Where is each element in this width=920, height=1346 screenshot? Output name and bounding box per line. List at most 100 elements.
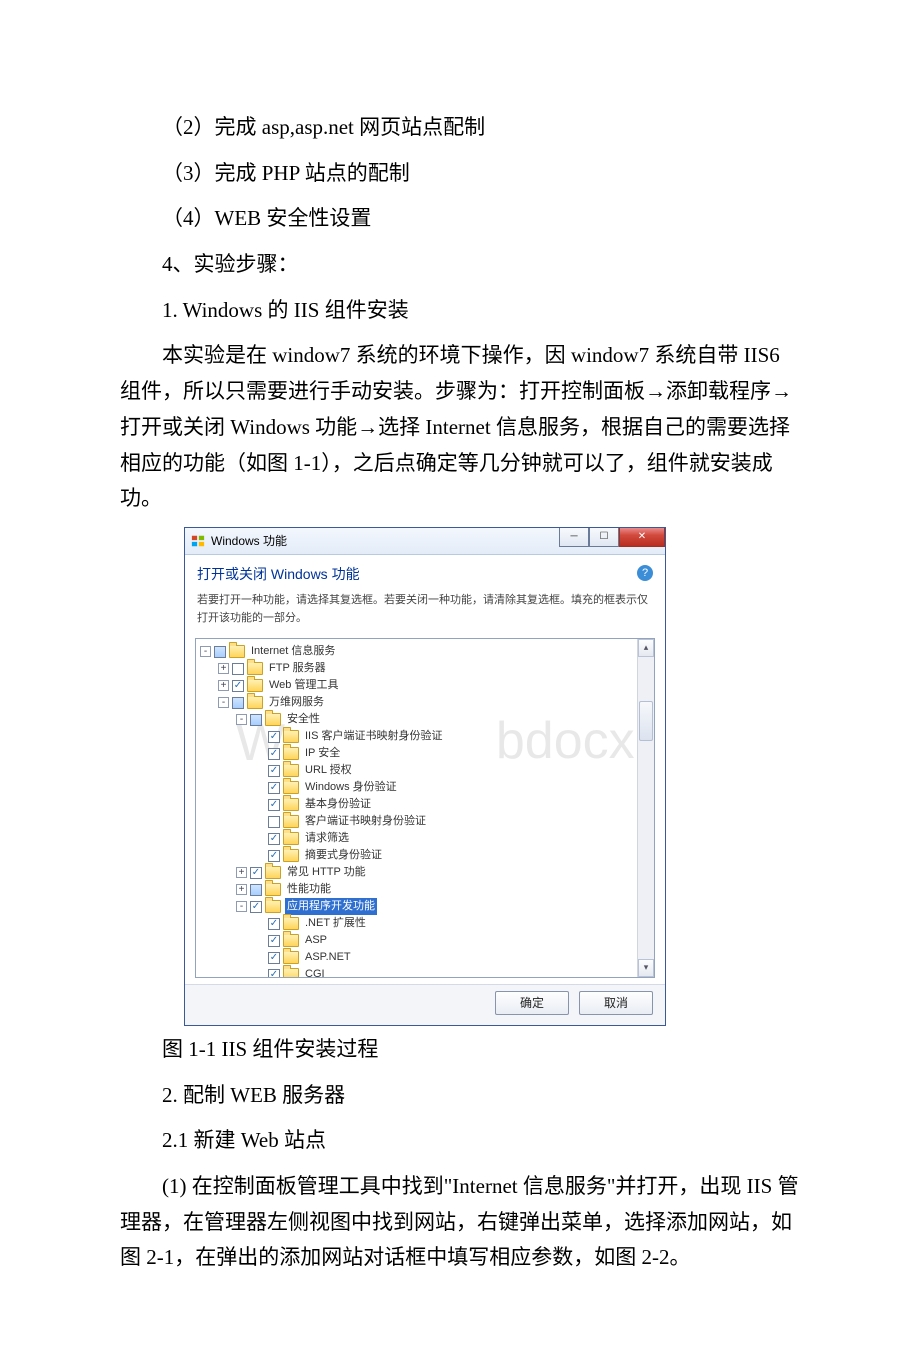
checkbox[interactable] bbox=[250, 867, 262, 879]
folder-icon bbox=[229, 645, 245, 658]
close-button[interactable]: ✕ bbox=[619, 528, 665, 547]
expand-icon[interactable]: + bbox=[218, 680, 229, 691]
tree-node-label[interactable]: FTP 服务器 bbox=[267, 660, 328, 677]
folder-icon bbox=[283, 730, 299, 743]
tree-node[interactable]: Windows 身份验证 bbox=[198, 779, 652, 796]
tree-node[interactable]: - Internet 信息服务 bbox=[198, 643, 652, 660]
folder-icon bbox=[283, 764, 299, 777]
tree-node-label[interactable]: Internet 信息服务 bbox=[249, 643, 337, 660]
scroll-down-icon[interactable]: ▾ bbox=[638, 959, 654, 977]
tree-node[interactable]: IIS 客户端证书映射身份验证 bbox=[198, 728, 652, 745]
expand-icon bbox=[254, 969, 265, 978]
checkbox[interactable] bbox=[268, 833, 280, 845]
checkbox[interactable] bbox=[268, 952, 280, 964]
tree-node[interactable]: - 应用程序开发功能 bbox=[198, 898, 652, 915]
scrollbar[interactable]: ▴ ▾ bbox=[637, 639, 654, 977]
expand-icon bbox=[254, 731, 265, 742]
checkbox[interactable] bbox=[214, 646, 226, 658]
tree-node-label[interactable]: ASP.NET bbox=[303, 949, 353, 966]
checkbox[interactable] bbox=[250, 901, 262, 913]
paragraph: （2）完成 asp,asp.net 网页站点配制 bbox=[120, 110, 800, 146]
tree-node[interactable]: 请求筛选 bbox=[198, 830, 652, 847]
expand-icon[interactable]: - bbox=[236, 901, 247, 912]
tree-node-label[interactable]: 安全性 bbox=[285, 711, 322, 728]
expand-icon[interactable]: + bbox=[218, 663, 229, 674]
tree-node[interactable]: CGI bbox=[198, 966, 652, 978]
minimize-button[interactable]: ─ bbox=[559, 528, 589, 547]
checkbox[interactable] bbox=[268, 850, 280, 862]
tree-node[interactable]: + FTP 服务器 bbox=[198, 660, 652, 677]
expand-icon[interactable]: + bbox=[236, 867, 247, 878]
tree-node-label[interactable]: 请求筛选 bbox=[303, 830, 351, 847]
checkbox[interactable] bbox=[268, 765, 280, 777]
help-icon[interactable]: ? bbox=[637, 565, 653, 581]
features-tree[interactable]: W bdocx.co -Internet 信息服务+FTP 服务器+Web 管理… bbox=[195, 638, 655, 978]
paragraph: （3）完成 PHP 站点的配制 bbox=[120, 156, 800, 192]
scroll-thumb[interactable] bbox=[639, 701, 653, 741]
paragraph: 1. Windows 的 IIS 组件安装 bbox=[120, 293, 800, 329]
checkbox[interactable] bbox=[232, 663, 244, 675]
checkbox[interactable] bbox=[250, 884, 262, 896]
paragraph: 本实验是在 window7 系统的环境下操作，因 window7 系统自带 II… bbox=[120, 338, 800, 516]
folder-icon bbox=[283, 815, 299, 828]
maximize-button[interactable]: ☐ bbox=[589, 528, 619, 547]
tree-node-label[interactable]: 性能功能 bbox=[285, 881, 333, 898]
checkbox[interactable] bbox=[268, 969, 280, 979]
checkbox[interactable] bbox=[268, 731, 280, 743]
expand-icon[interactable]: - bbox=[218, 697, 229, 708]
folder-icon bbox=[283, 934, 299, 947]
checkbox[interactable] bbox=[268, 799, 280, 811]
folder-icon bbox=[265, 866, 281, 879]
checkbox[interactable] bbox=[250, 714, 262, 726]
tree-node-label[interactable]: Web 管理工具 bbox=[267, 677, 340, 694]
tree-node-label[interactable]: 常见 HTTP 功能 bbox=[285, 864, 368, 881]
expand-icon[interactable]: - bbox=[200, 646, 211, 657]
tree-node[interactable]: ASP.NET bbox=[198, 949, 652, 966]
tree-node[interactable]: + 常见 HTTP 功能 bbox=[198, 864, 652, 881]
tree-node[interactable]: 基本身份验证 bbox=[198, 796, 652, 813]
checkbox[interactable] bbox=[232, 680, 244, 692]
checkbox[interactable] bbox=[268, 782, 280, 794]
ok-button[interactable]: 确定 bbox=[495, 991, 569, 1015]
tree-node[interactable]: IP 安全 bbox=[198, 745, 652, 762]
tree-node[interactable]: .NET 扩展性 bbox=[198, 915, 652, 932]
tree-node[interactable]: - 安全性 bbox=[198, 711, 652, 728]
expand-icon bbox=[254, 799, 265, 810]
checkbox[interactable] bbox=[268, 748, 280, 760]
folder-icon bbox=[283, 849, 299, 862]
checkbox[interactable] bbox=[268, 935, 280, 947]
dialog-subtext: 若要打开一种功能，请选择其复选框。若要关闭一种功能，请清除其复选框。填充的框表示… bbox=[197, 591, 653, 628]
cancel-button[interactable]: 取消 bbox=[579, 991, 653, 1015]
tree-node-label[interactable]: CGI bbox=[303, 966, 327, 978]
tree-node-label[interactable]: IP 安全 bbox=[303, 745, 342, 762]
scroll-up-icon[interactable]: ▴ bbox=[638, 639, 654, 657]
folder-icon bbox=[283, 917, 299, 930]
expand-icon bbox=[254, 816, 265, 827]
checkbox[interactable] bbox=[232, 697, 244, 709]
tree-node-label[interactable]: Windows 身份验证 bbox=[303, 779, 399, 796]
tree-node[interactable]: + Web 管理工具 bbox=[198, 677, 652, 694]
tree-node[interactable]: ASP bbox=[198, 932, 652, 949]
tree-node-label[interactable]: 客户端证书映射身份验证 bbox=[303, 813, 428, 830]
tree-node[interactable]: 客户端证书映射身份验证 bbox=[198, 813, 652, 830]
checkbox[interactable] bbox=[268, 816, 280, 828]
tree-node[interactable]: + 性能功能 bbox=[198, 881, 652, 898]
tree-node-label[interactable]: URL 授权 bbox=[303, 762, 354, 779]
tree-node-label[interactable]: IIS 客户端证书映射身份验证 bbox=[303, 728, 445, 745]
folder-icon bbox=[283, 832, 299, 845]
tree-node-label[interactable]: 万维网服务 bbox=[267, 694, 326, 711]
tree-node[interactable]: URL 授权 bbox=[198, 762, 652, 779]
tree-node-label[interactable]: .NET 扩展性 bbox=[303, 915, 368, 932]
tree-node-label[interactable]: 应用程序开发功能 bbox=[285, 898, 377, 915]
expand-icon[interactable]: - bbox=[236, 714, 247, 725]
tree-node-label[interactable]: ASP bbox=[303, 932, 329, 949]
expand-icon[interactable]: + bbox=[236, 884, 247, 895]
checkbox[interactable] bbox=[268, 918, 280, 930]
expand-icon bbox=[254, 918, 265, 929]
dialog-titlebar[interactable]: Windows 功能 ─ ☐ ✕ bbox=[185, 528, 665, 555]
screenshot-figure: Windows 功能 ─ ☐ ✕ ? 打开或关闭 Windows 功能 若要打开… bbox=[184, 527, 800, 1026]
tree-node-label[interactable]: 基本身份验证 bbox=[303, 796, 373, 813]
tree-node[interactable]: 摘要式身份验证 bbox=[198, 847, 652, 864]
tree-node-label[interactable]: 摘要式身份验证 bbox=[303, 847, 384, 864]
tree-node[interactable]: - 万维网服务 bbox=[198, 694, 652, 711]
